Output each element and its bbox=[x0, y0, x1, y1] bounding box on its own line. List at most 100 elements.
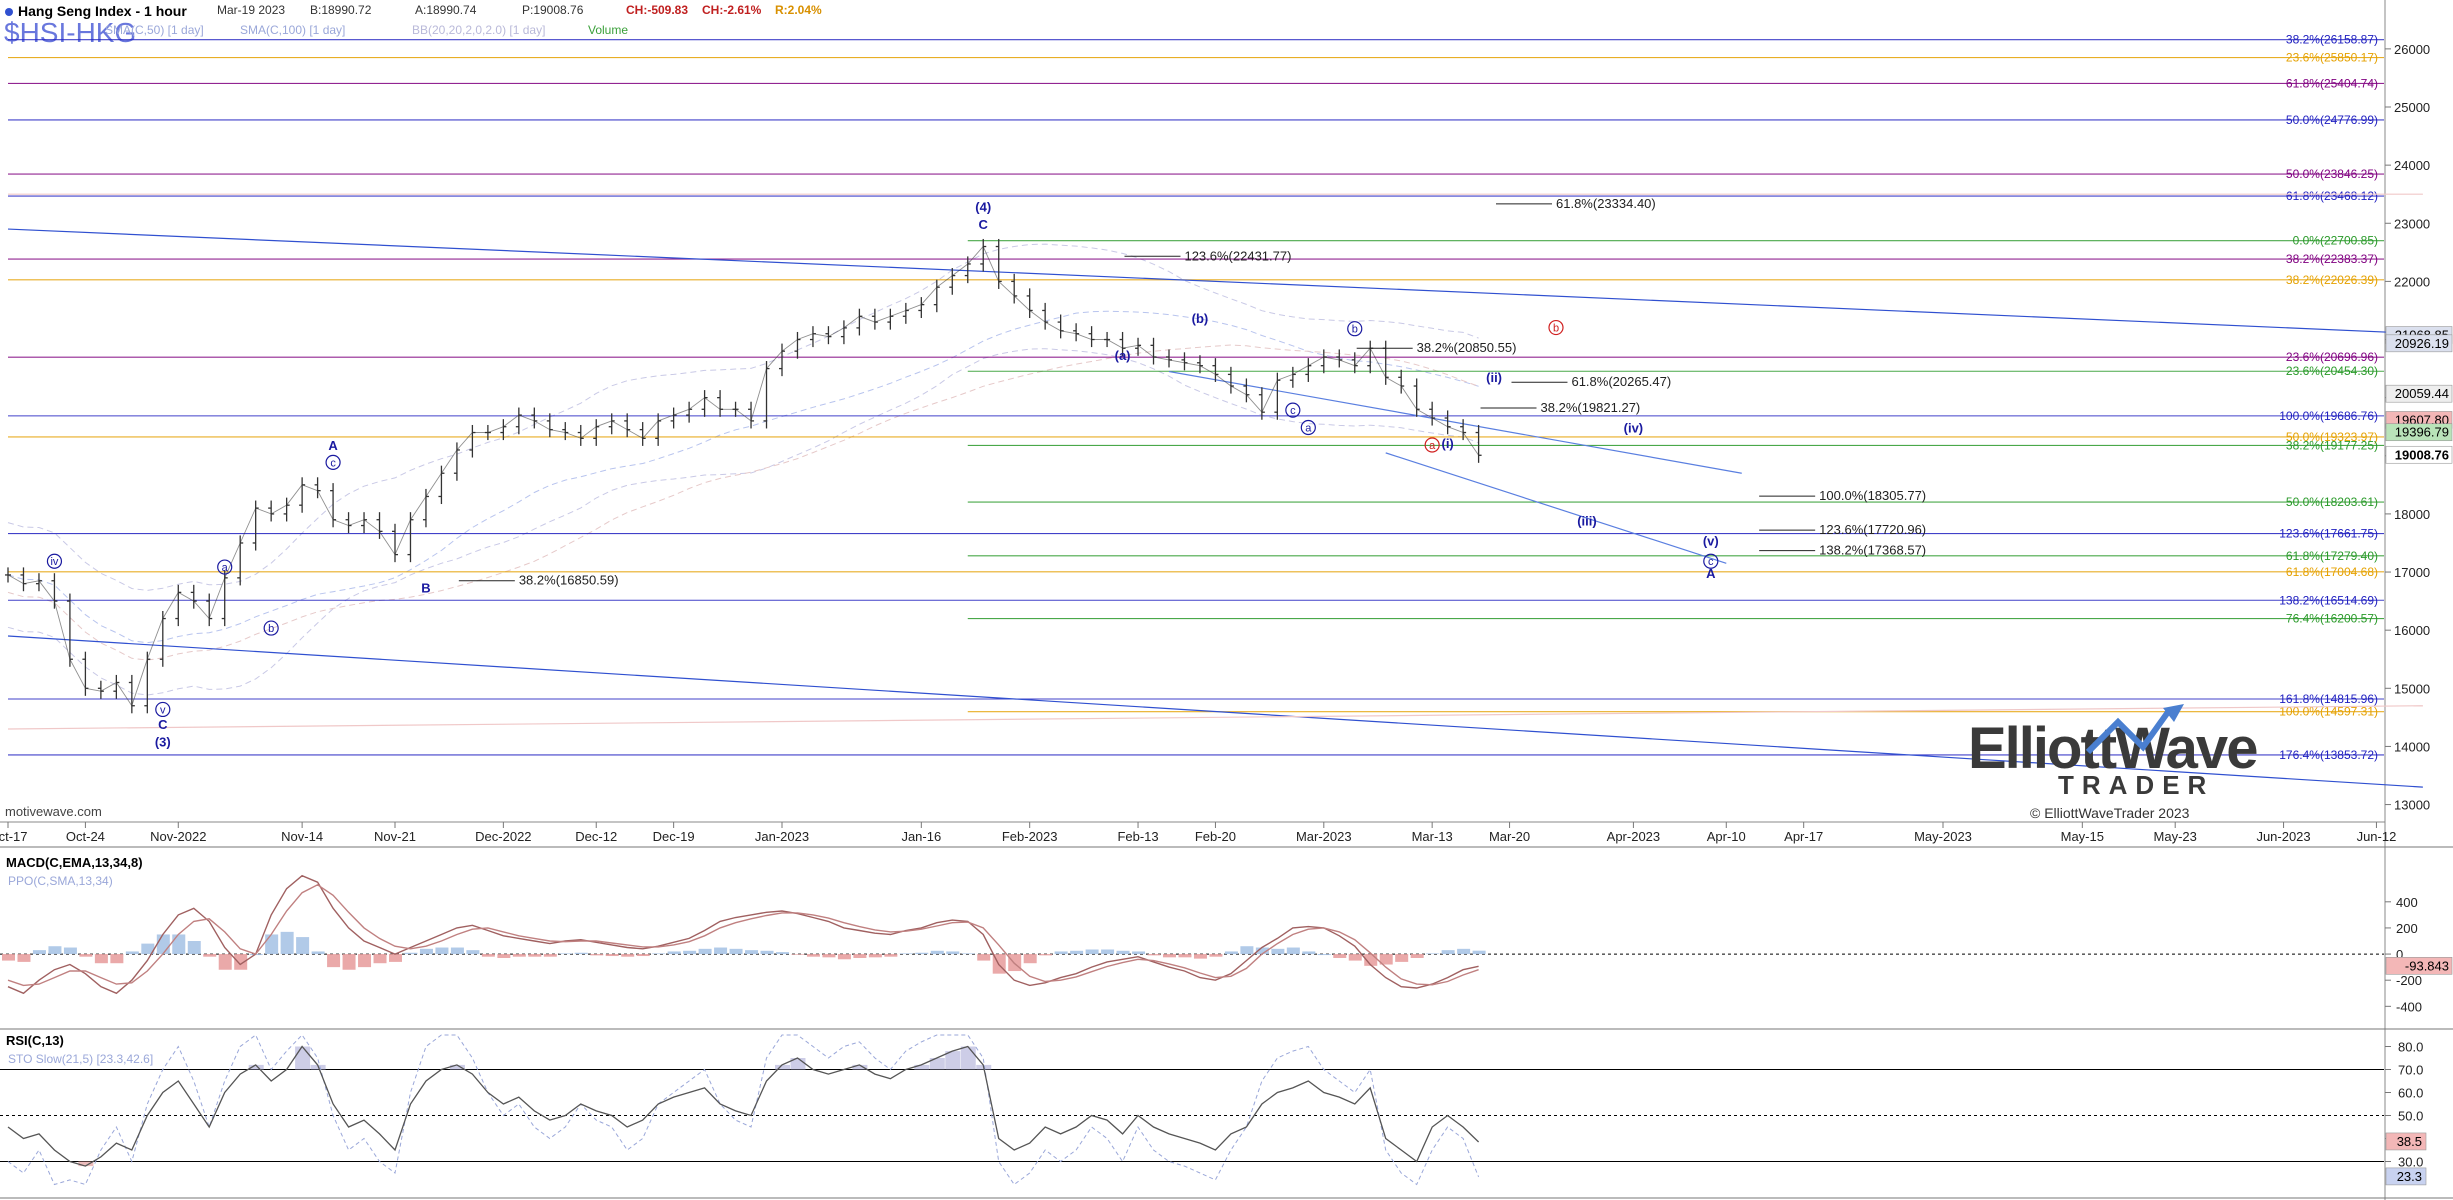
macd-histogram-bar bbox=[2, 954, 15, 961]
wave-label: (v) bbox=[1703, 533, 1719, 548]
macd-histogram-bar bbox=[1457, 948, 1471, 955]
macd-histogram-bar bbox=[1209, 954, 1223, 957]
macd-histogram-bar bbox=[389, 954, 402, 962]
macd-histogram-bar bbox=[218, 954, 232, 970]
fib-level-label: 38.2%(22026.39) bbox=[2286, 273, 2378, 287]
time-tick-label: Oct-24 bbox=[66, 829, 105, 844]
price-tick-label: 26000 bbox=[2394, 42, 2430, 57]
macd-histogram-bar bbox=[327, 954, 341, 968]
fib-level-label: 38.2%(19177.25) bbox=[2286, 438, 2378, 452]
rsi-overbought-fill bbox=[960, 1046, 976, 1070]
logo-copyright: © ElliottWaveTrader 2023 bbox=[2030, 805, 2190, 821]
macd-histogram-bar bbox=[930, 950, 944, 955]
price-tick-label: 25000 bbox=[2394, 100, 2430, 115]
macd-histogram-bar bbox=[1426, 953, 1440, 955]
macd-histogram-bar bbox=[63, 947, 77, 955]
wave-label: A bbox=[1706, 566, 1716, 581]
rsi-last-value: 38.5 bbox=[2397, 1134, 2422, 1149]
macd-histogram-bar bbox=[652, 953, 666, 955]
macd-histogram-bar bbox=[977, 954, 991, 961]
fib-level-label: 50.0%(23846.25) bbox=[2286, 167, 2378, 181]
wave-label: v bbox=[160, 704, 166, 716]
macd-histogram-bar bbox=[868, 954, 882, 958]
macd-histogram-bar bbox=[837, 954, 851, 960]
macd-histogram-bar bbox=[543, 954, 557, 957]
macd-title: MACD(C,EMA,13,34,8) bbox=[6, 855, 143, 870]
macd-histogram-bar bbox=[435, 947, 449, 955]
time-tick-label: Dec-2022 bbox=[475, 829, 531, 844]
macd-histogram-bar bbox=[1163, 954, 1176, 958]
header-date: Mar-19 2023 bbox=[217, 3, 285, 17]
price-tag-label: 19396.79 bbox=[2395, 425, 2449, 440]
time-tick-label: Feb-13 bbox=[1117, 829, 1158, 844]
ppo-title: PPO(C,SMA,13,34) bbox=[8, 874, 113, 888]
rsi-tick-label: 80.0 bbox=[2398, 1040, 2423, 1055]
macd-histogram-bar bbox=[481, 954, 495, 957]
macd-histogram-bar bbox=[1023, 954, 1037, 964]
macd-histogram-bar bbox=[280, 931, 294, 955]
price-tick-label: 18000 bbox=[2394, 507, 2430, 522]
macd-histogram-bar bbox=[1116, 950, 1130, 955]
macd-histogram-bar bbox=[1348, 954, 1362, 961]
macd-histogram-bar bbox=[729, 948, 743, 955]
fib-level-label: 100.0%(19686.76) bbox=[2279, 409, 2378, 423]
header-change: CH:-509.83 bbox=[626, 3, 688, 17]
wave-label: (a) bbox=[1115, 348, 1131, 363]
fib-level-label: 23.6%(20454.30) bbox=[2286, 364, 2378, 378]
wave-label: a bbox=[222, 562, 229, 574]
macd-histogram-bar bbox=[1054, 951, 1068, 955]
macd-histogram-bar bbox=[1271, 948, 1285, 955]
projection-label: 100.0%(18305.77) bbox=[1819, 488, 1926, 503]
macd-histogram-bar bbox=[156, 934, 170, 955]
macd-histogram-bar bbox=[1472, 950, 1486, 955]
time-tick-label: Jan-16 bbox=[901, 829, 941, 844]
macd-histogram-bar bbox=[125, 951, 139, 955]
macd-histogram-bar bbox=[574, 952, 588, 955]
projection-label: 38.2%(20850.55) bbox=[1417, 340, 1517, 355]
projection-label: 123.6%(17720.96) bbox=[1819, 522, 1926, 537]
price-tag-label: 20059.44 bbox=[2395, 386, 2449, 401]
wave-label: C bbox=[979, 217, 989, 232]
time-tick-label: Dec-19 bbox=[653, 829, 695, 844]
macd-histogram-bar bbox=[1039, 954, 1053, 956]
macd-histogram-bar bbox=[17, 954, 31, 962]
macd-histogram-bar bbox=[776, 952, 789, 955]
macd-histogram-bar bbox=[714, 947, 728, 955]
wave-label: (iv) bbox=[1624, 421, 1644, 436]
price-tick-label: 22000 bbox=[2394, 274, 2430, 289]
wave-label: (3) bbox=[155, 734, 171, 749]
wave-label: c bbox=[1290, 405, 1296, 417]
rsi-overbought-fill bbox=[775, 1064, 790, 1070]
time-tick-label: May-15 bbox=[2061, 829, 2104, 844]
legend-sma100: SMA(C,100) [1 day] bbox=[240, 23, 345, 37]
rsi-overbought-fill bbox=[295, 1046, 311, 1070]
projection-label: 38.2%(16850.59) bbox=[519, 573, 619, 588]
macd-histogram-bar bbox=[296, 937, 310, 955]
price-tick-label: 15000 bbox=[2394, 681, 2430, 696]
projection-label: 61.8%(20265.47) bbox=[1571, 374, 1671, 389]
time-tick-label: Jun-2023 bbox=[2256, 829, 2310, 844]
price-tag-label: 19008.76 bbox=[2395, 447, 2449, 462]
macd-histogram-bar bbox=[373, 954, 387, 964]
time-tick-label: Nov-2022 bbox=[150, 829, 206, 844]
header-bid: B:18990.72 bbox=[310, 3, 372, 17]
macd-histogram-bar bbox=[311, 951, 325, 955]
macd-tick-label: -200 bbox=[2396, 973, 2422, 988]
macd-histogram-bar bbox=[1147, 954, 1161, 956]
fib-level-label: 176.4%(13853.72) bbox=[2279, 748, 2378, 762]
macd-histogram-bar bbox=[884, 954, 898, 957]
fib-level-label: 61.8%(17004.68) bbox=[2286, 565, 2378, 579]
macd-histogram-bar bbox=[187, 941, 201, 955]
projection-label: 138.2%(17368.57) bbox=[1819, 543, 1926, 558]
macd-histogram-bar bbox=[1224, 951, 1238, 955]
price-tick-label: 14000 bbox=[2394, 739, 2430, 754]
wave-label: C bbox=[158, 717, 168, 732]
fib-level-label: 61.8%(23468.12) bbox=[2286, 189, 2378, 203]
header-change-pct: CH:-2.61% bbox=[702, 3, 762, 17]
time-tick-label: Nov-21 bbox=[374, 829, 416, 844]
macd-histogram-bar bbox=[172, 934, 186, 955]
macd-histogram-bar bbox=[1317, 954, 1331, 956]
watermark: motivewave.com bbox=[5, 804, 102, 819]
macd-histogram-bar bbox=[760, 950, 774, 955]
time-tick-label: Dec-12 bbox=[575, 829, 617, 844]
